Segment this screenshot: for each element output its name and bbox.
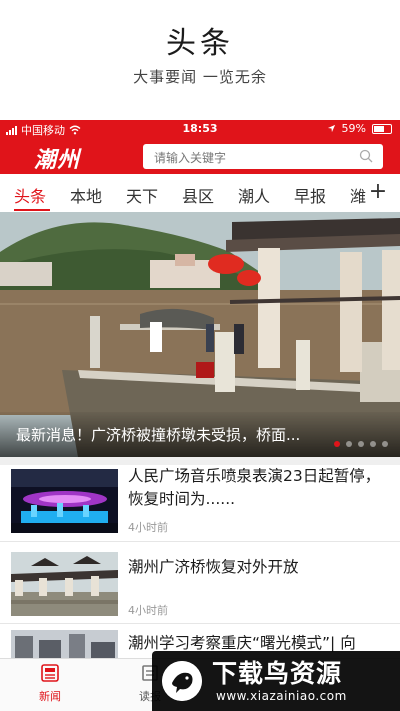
carousel-dot[interactable] (346, 441, 352, 447)
news-icon (41, 664, 59, 682)
category-tabs: 头条 本地 天下 县区 潮人 早报 潍 + (0, 174, 400, 212)
location-arrow-icon (327, 124, 335, 133)
app-logo[interactable]: 潮州 (34, 142, 80, 174)
feed-separator (0, 457, 400, 465)
tab-world[interactable]: 天下 (126, 183, 158, 207)
tab-local[interactable]: 本地 (70, 183, 102, 207)
watermark-url: www.xiazainiao.com (216, 689, 347, 703)
tab-truncated[interactable]: 潍 (350, 183, 366, 207)
promo-title: 头条 (166, 26, 234, 61)
search-placeholder: 请输入关键字 (154, 151, 227, 165)
news-item[interactable]: 潮州广济桥恢复对外开放 4小时前 (0, 542, 400, 622)
nav-item-news[interactable]: 新闻 (20, 663, 80, 704)
carousel-dot-active[interactable] (334, 441, 340, 447)
tab-headlines[interactable]: 头条 (14, 183, 46, 207)
news-thumbnail (11, 630, 118, 658)
news-title[interactable]: 人民广场音乐喷泉表演23日起暂停，恢复时间为...... (128, 465, 390, 511)
news-time: 4小时前 (128, 604, 168, 617)
news-thumbnail (11, 469, 118, 533)
app-header: 潮州 请输入关键字 (0, 138, 400, 174)
hero-carousel[interactable]: 最新消息！广济桥被撞桥墩未受损，桥面... (0, 212, 400, 457)
battery-percent: 59% (341, 122, 366, 135)
battery-icon (372, 123, 392, 134)
tab-counties[interactable]: 县区 (182, 183, 214, 207)
bird-logo-icon (162, 661, 202, 701)
add-tab-button[interactable]: + (366, 180, 390, 204)
status-bar: 中国移动 18:53 59% (0, 120, 400, 138)
news-item[interactable]: 人民广场音乐喷泉表演23日起暂停，恢复时间为...... 4小时前 (0, 465, 400, 540)
tab-morning-paper[interactable]: 早报 (294, 183, 326, 207)
watermark-title: 下载鸟资源 (212, 659, 343, 688)
promo-subtitle: 大事要闻 一览无余 (133, 68, 267, 86)
carousel-dot[interactable] (370, 441, 376, 447)
news-thumbnail (11, 552, 118, 616)
carousel-dots (334, 441, 388, 447)
watermark-overlay: 下载鸟资源 www.xiazainiao.com (152, 651, 400, 711)
carousel-dot[interactable] (358, 441, 364, 447)
search-icon[interactable] (359, 149, 373, 163)
carousel-dot[interactable] (382, 441, 388, 447)
news-title[interactable]: 潮州广济桥恢复对外开放 (128, 556, 390, 579)
search-input[interactable]: 请输入关键字 (143, 144, 383, 169)
promo-header: 头条 大事要闻 一览无余 (0, 0, 400, 120)
nav-label: 新闻 (39, 690, 61, 703)
news-time: 4小时前 (128, 521, 168, 534)
tab-people[interactable]: 潮人 (238, 183, 270, 207)
active-tab-indicator (14, 209, 50, 211)
